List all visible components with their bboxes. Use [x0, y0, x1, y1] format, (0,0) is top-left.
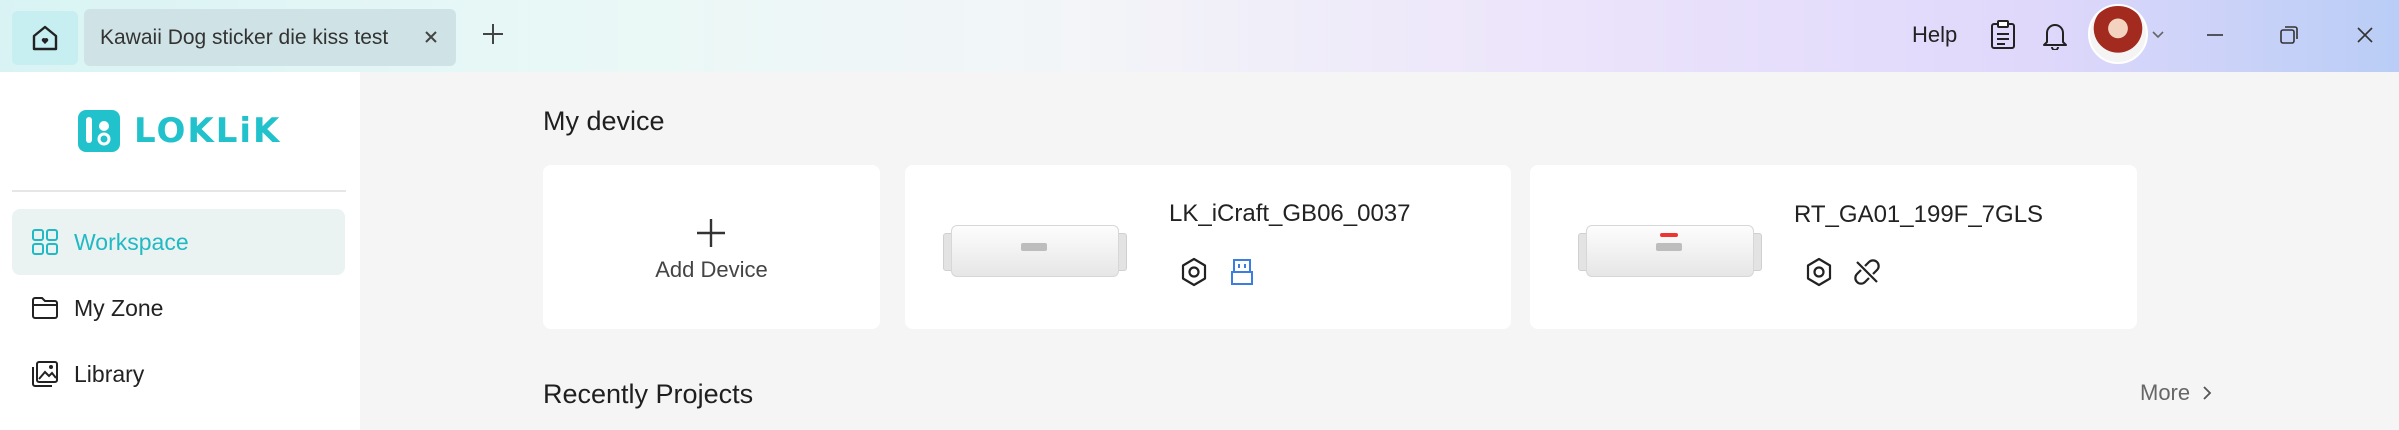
- clipboard-icon: [1991, 20, 2015, 49]
- device-card-rt-ga01[interactable]: RT_GA01_199F_7GLS: [1530, 165, 2137, 329]
- folder-icon: [30, 293, 60, 323]
- settings-hex-icon[interactable]: [1802, 255, 1836, 289]
- disconnected-link-icon[interactable]: [1850, 255, 1884, 289]
- sidebar-item-label: Library: [74, 360, 145, 387]
- help-link[interactable]: Help: [1912, 22, 1957, 48]
- close-icon: [425, 31, 437, 43]
- printer-image: [1578, 219, 1762, 283]
- device-card-lk-icraft[interactable]: LK_iCraft_GB06_0037: [905, 165, 1511, 329]
- tasks-button[interactable]: [1986, 18, 2020, 52]
- close-icon: [2357, 27, 2373, 43]
- settings-hex-icon[interactable]: [1177, 255, 1211, 289]
- sidebar-item-my-zone[interactable]: My Zone: [12, 275, 345, 341]
- plus-icon: [483, 24, 503, 44]
- title-bar: Kawaii Dog sticker die kiss test Help: [0, 0, 2399, 72]
- logo-mark: [78, 110, 120, 152]
- chevron-right-icon: [2203, 386, 2212, 400]
- loklik-logo: LOKLiK: [78, 108, 282, 154]
- tab-close-button[interactable]: [420, 26, 442, 48]
- my-device-title: My device: [543, 106, 665, 136]
- tab-project[interactable]: Kawaii Dog sticker die kiss test: [84, 9, 456, 66]
- printer-image: [943, 219, 1127, 283]
- recent-projects-title: Recently Projects: [543, 379, 754, 409]
- grid-icon: [30, 227, 60, 257]
- sidebar-item-workspace[interactable]: Workspace: [12, 209, 345, 275]
- more-label: More: [2140, 380, 2191, 405]
- home-icon: [32, 25, 58, 51]
- sidebar-item-library[interactable]: Library: [12, 341, 345, 407]
- image-gallery-icon: [30, 359, 60, 389]
- home-button[interactable]: [12, 11, 78, 65]
- sidebar-item-label: Workspace: [74, 228, 189, 255]
- restore-icon: [2280, 26, 2298, 44]
- sidebar: LOKLiK Workspace My Zone Library: [0, 72, 360, 430]
- usb-connected-icon: [1225, 255, 1259, 289]
- restore-button[interactable]: [2272, 18, 2306, 52]
- bell-icon: [2043, 24, 2067, 50]
- notifications-button[interactable]: [2038, 18, 2072, 52]
- sidebar-divider: [12, 190, 346, 192]
- avatar[interactable]: [2088, 4, 2148, 64]
- device-name: LK_iCraft_GB06_0037: [1169, 200, 1411, 227]
- logo-text: LOKLiK: [134, 111, 282, 151]
- sidebar-item-label: My Zone: [74, 294, 164, 321]
- more-link[interactable]: More: [2140, 380, 2216, 406]
- new-tab-button[interactable]: [478, 17, 508, 51]
- close-window-button[interactable]: [2348, 18, 2382, 52]
- add-device-card[interactable]: Add Device: [543, 165, 880, 329]
- chevron-down-icon[interactable]: [2150, 28, 2166, 42]
- device-name: RT_GA01_199F_7GLS: [1794, 201, 2044, 228]
- plus-icon: [697, 219, 725, 247]
- add-device-label: Add Device: [655, 257, 768, 282]
- tab-title: Kawaii Dog sticker die kiss test: [100, 25, 389, 49]
- minimize-icon: [2207, 34, 2223, 36]
- minimize-button[interactable]: [2198, 18, 2232, 52]
